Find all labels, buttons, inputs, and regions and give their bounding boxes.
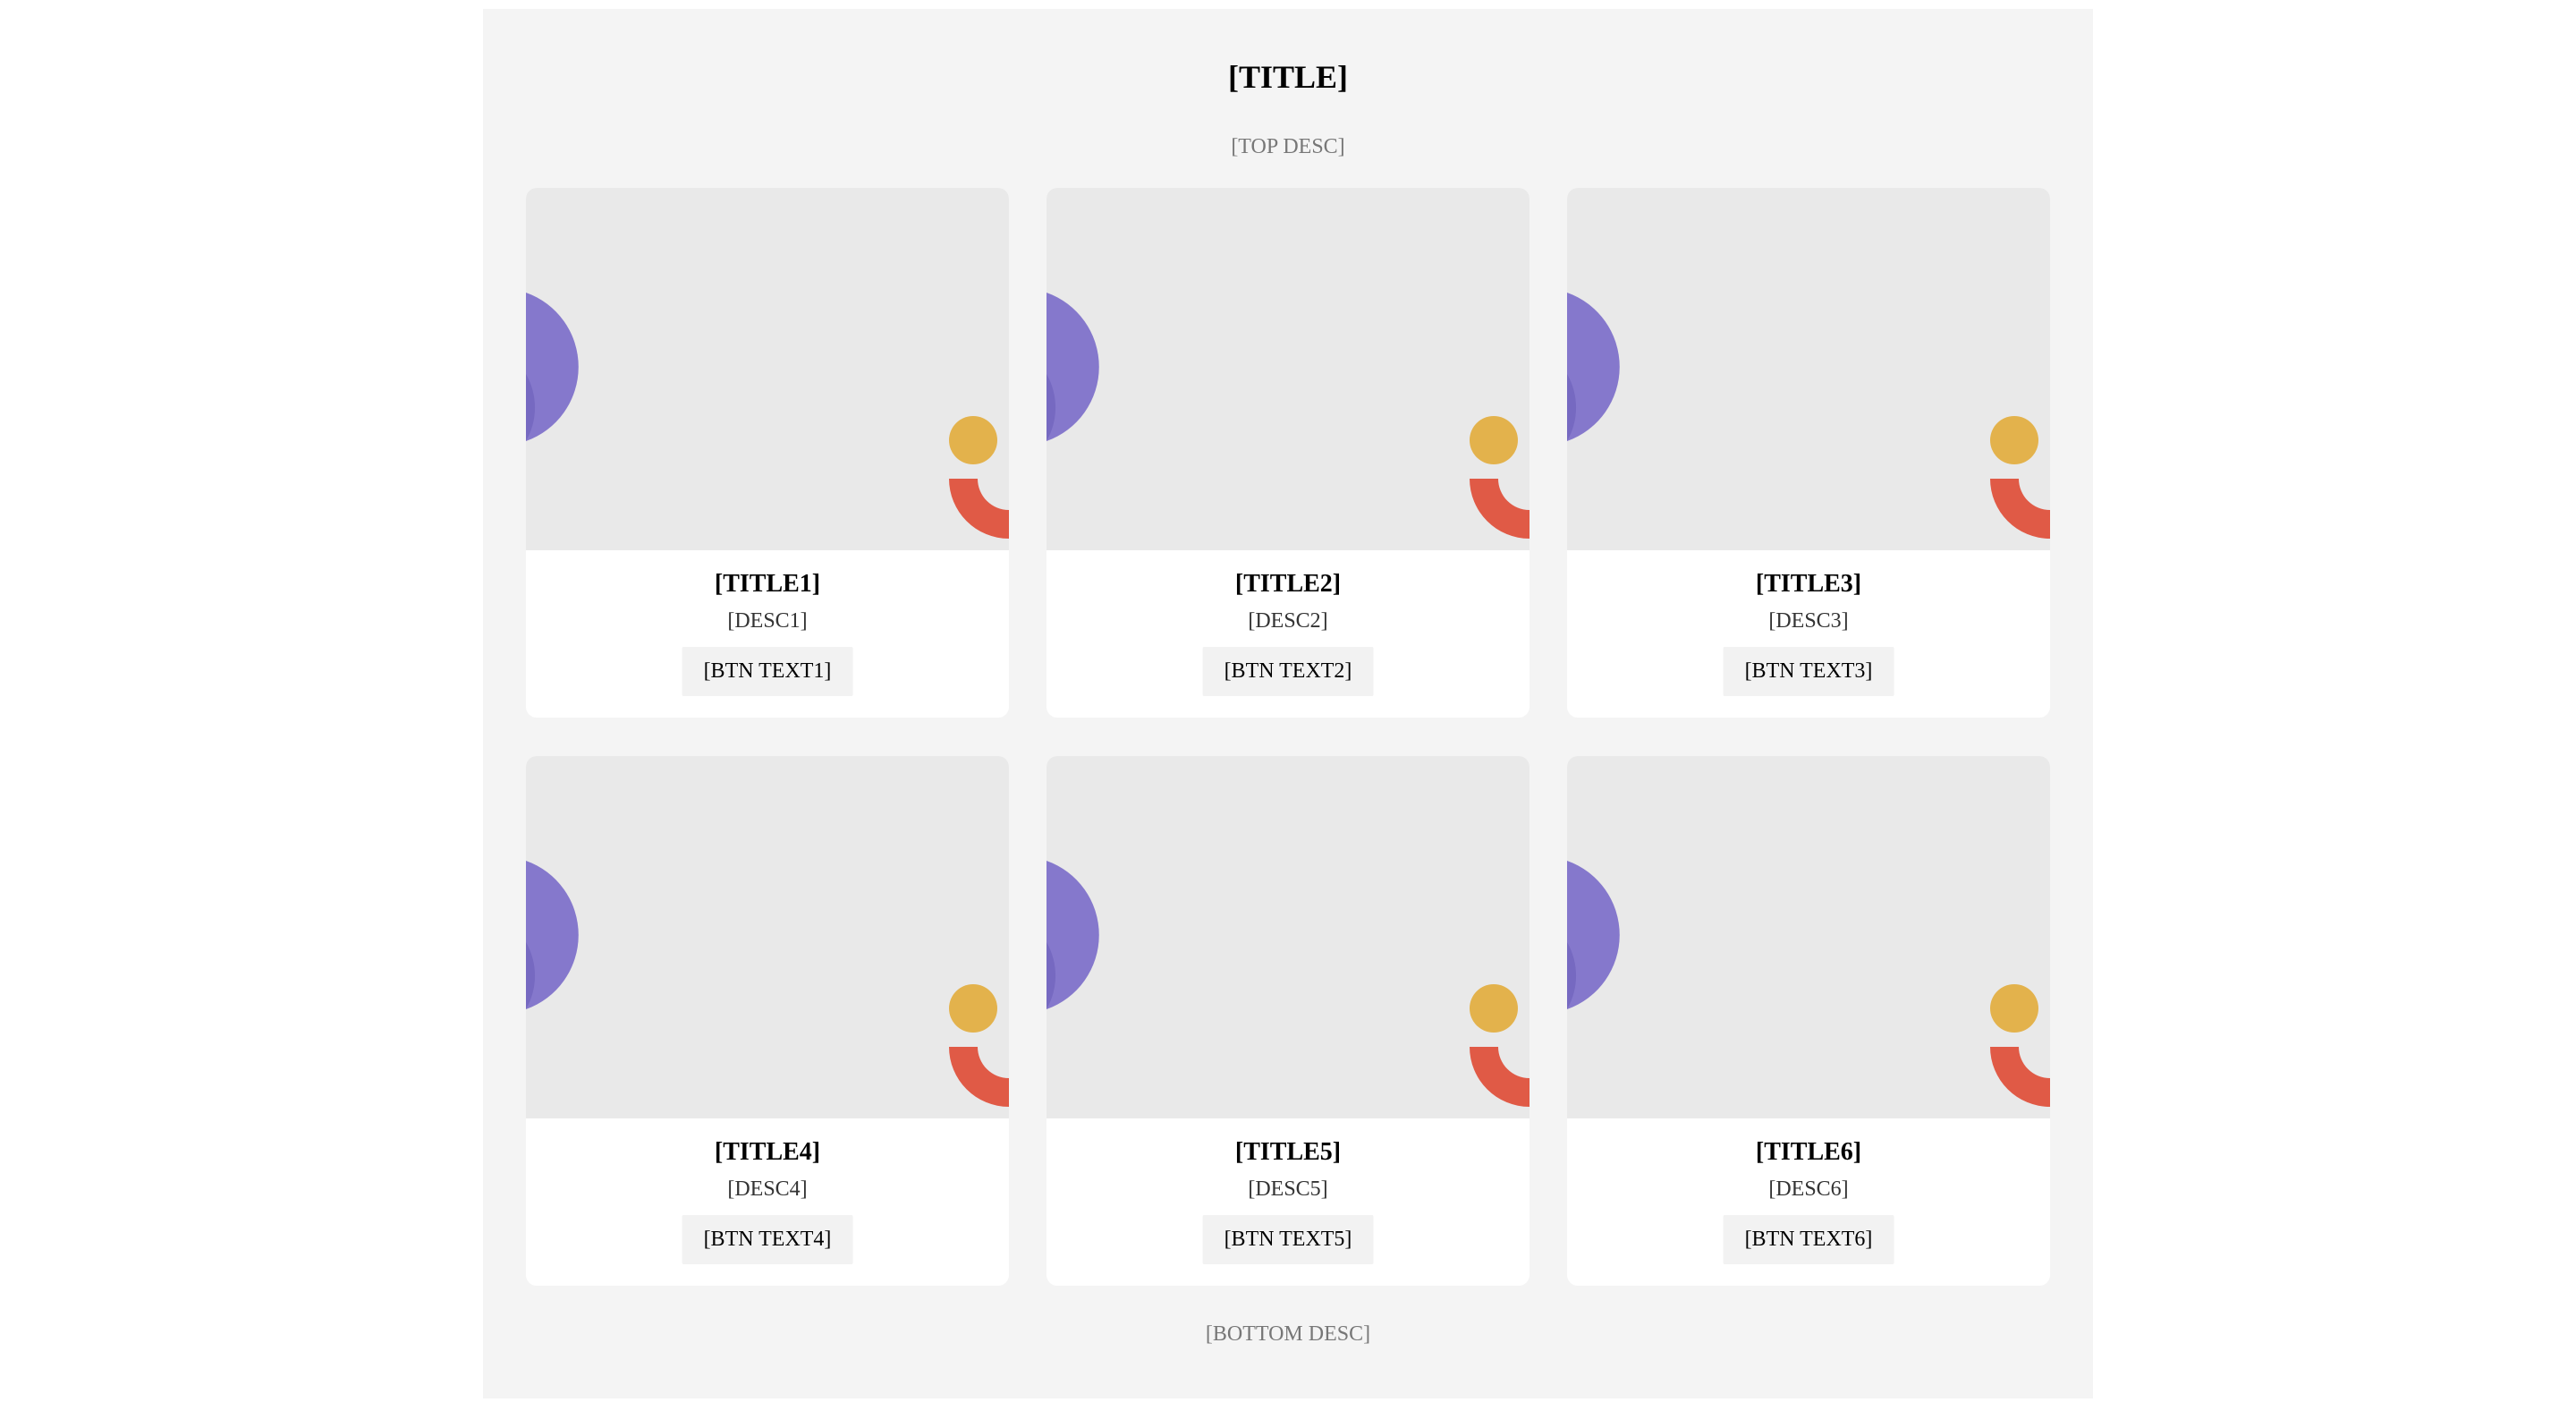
- abstract-shapes-illustration: [1567, 861, 2050, 1107]
- card-title: [TITLE5]: [1234, 1138, 1342, 1166]
- red-arc: [949, 479, 1009, 539]
- card-body: [TITLE5] [DESC5] [BTN TEXT5]: [1046, 1118, 1530, 1286]
- yellow-dot: [1470, 416, 1518, 464]
- abstract-shapes-illustration: [1567, 293, 2050, 539]
- card-body: [TITLE1] [DESC1] [BTN TEXT1]: [526, 550, 1009, 718]
- card-action-button[interactable]: [BTN TEXT2]: [1202, 647, 1374, 696]
- card-illustration: [1046, 756, 1530, 1118]
- abstract-shapes-illustration: [526, 293, 1009, 539]
- card-body: [TITLE4] [DESC4] [BTN TEXT4]: [526, 1118, 1009, 1286]
- red-arc: [1990, 1047, 2050, 1107]
- card-illustration: [1567, 756, 2050, 1118]
- top-description: [TOP DESC]: [1231, 135, 1345, 158]
- abstract-shapes-illustration: [1046, 293, 1530, 539]
- card-illustration: [526, 188, 1009, 550]
- page-title: [TITLE]: [1227, 59, 1349, 95]
- yellow-dot: [1470, 984, 1518, 1033]
- yellow-dot: [949, 984, 997, 1033]
- abstract-shapes-illustration: [526, 861, 1009, 1107]
- card-action-button[interactable]: [BTN TEXT4]: [682, 1215, 853, 1264]
- card-title: [TITLE4]: [714, 1138, 821, 1166]
- bottom-description: [BOTTOM DESC]: [1205, 1322, 1371, 1346]
- red-arc: [949, 1047, 1009, 1107]
- card-description: [DESC4]: [727, 1177, 808, 1201]
- red-arc: [1470, 1047, 1530, 1107]
- yellow-dot: [949, 416, 997, 464]
- card-description: [DESC1]: [727, 609, 808, 633]
- card-illustration: [526, 756, 1009, 1118]
- card-body: [TITLE2] [DESC2] [BTN TEXT2]: [1046, 550, 1530, 718]
- page-frame: [TITLE] [TOP DESC] [TITLE1] [DESC1] [BTN…: [483, 9, 2093, 1398]
- card: [TITLE4] [DESC4] [BTN TEXT4]: [526, 756, 1009, 1286]
- card-illustration: [1567, 188, 2050, 550]
- card: [TITLE1] [DESC1] [BTN TEXT1]: [526, 188, 1009, 718]
- card-body: [TITLE3] [DESC3] [BTN TEXT3]: [1567, 550, 2050, 718]
- card-action-button[interactable]: [BTN TEXT1]: [682, 647, 853, 696]
- card-description: [DESC5]: [1248, 1177, 1328, 1201]
- card-title: [TITLE2]: [1234, 570, 1342, 598]
- yellow-dot: [1990, 984, 2038, 1033]
- card-description: [DESC3]: [1768, 609, 1849, 633]
- card-action-button[interactable]: [BTN TEXT5]: [1202, 1215, 1374, 1264]
- card-title: [TITLE6]: [1755, 1138, 1862, 1166]
- yellow-dot: [1990, 416, 2038, 464]
- card-action-button[interactable]: [BTN TEXT6]: [1723, 1215, 1894, 1264]
- card: [TITLE2] [DESC2] [BTN TEXT2]: [1046, 188, 1530, 718]
- abstract-shapes-illustration: [1046, 861, 1530, 1107]
- card-description: [DESC2]: [1248, 609, 1328, 633]
- card-description: [DESC6]: [1768, 1177, 1849, 1201]
- card-title: [TITLE3]: [1755, 570, 1862, 598]
- card: [TITLE5] [DESC5] [BTN TEXT5]: [1046, 756, 1530, 1286]
- card-grid: [TITLE1] [DESC1] [BTN TEXT1] [TITLE2] [D…: [526, 188, 2050, 1286]
- card: [TITLE6] [DESC6] [BTN TEXT6]: [1567, 756, 2050, 1286]
- card: [TITLE3] [DESC3] [BTN TEXT3]: [1567, 188, 2050, 718]
- card-title: [TITLE1]: [714, 570, 821, 598]
- red-arc: [1990, 479, 2050, 539]
- red-arc: [1470, 479, 1530, 539]
- card-action-button[interactable]: [BTN TEXT3]: [1723, 647, 1894, 696]
- card-illustration: [1046, 188, 1530, 550]
- card-body: [TITLE6] [DESC6] [BTN TEXT6]: [1567, 1118, 2050, 1286]
